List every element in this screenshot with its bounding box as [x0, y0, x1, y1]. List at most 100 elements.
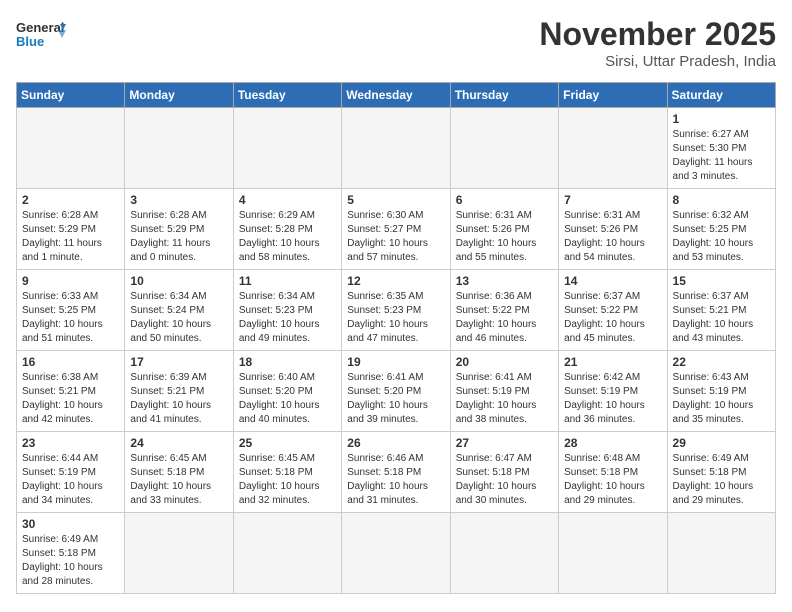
day-number: 5: [347, 193, 444, 207]
week-row-1: 1Sunrise: 6:27 AM Sunset: 5:30 PM Daylig…: [17, 108, 776, 189]
day-info: Sunrise: 6:28 AM Sunset: 5:29 PM Dayligh…: [130, 209, 227, 265]
day-info: Sunrise: 6:40 AM Sunset: 5:20 PM Dayligh…: [239, 371, 336, 427]
day-cell: [125, 513, 233, 594]
day-cell: 9 Sunrise: 6:33 AM Sunset: 5:25 PM Daylig…: [17, 270, 125, 351]
day-cell: 30 Sunrise: 6:49 AM Sunset: 5:18 PM Dayli…: [17, 513, 125, 594]
week-row-2: 2 Sunrise: 6:28 AM Sunset: 5:29 PM Daylig…: [17, 189, 776, 270]
day-cell: 6 Sunrise: 6:31 AM Sunset: 5:26 PM Daylig…: [450, 189, 558, 270]
day-info: Sunrise: 6:33 AM Sunset: 5:25 PM Dayligh…: [22, 290, 119, 346]
location: Sirsi, Uttar Pradesh, India: [539, 53, 776, 70]
svg-text:Blue: Blue: [16, 34, 44, 49]
day-cell: 29 Sunrise: 6:49 AM Sunset: 5:18 PM Dayli…: [667, 432, 775, 513]
day-info: Sunrise: 6:34 AM Sunset: 5:24 PM Dayligh…: [130, 290, 227, 346]
day-number: 21: [564, 355, 661, 369]
day-info: Sunrise: 6:36 AM Sunset: 5:22 PM Dayligh…: [456, 290, 553, 346]
day-info: Sunrise: 6:43 AM Sunset: 5:19 PM Dayligh…: [673, 371, 770, 427]
day-cell: 2 Sunrise: 6:28 AM Sunset: 5:29 PM Daylig…: [17, 189, 125, 270]
day-number: 19: [347, 355, 444, 369]
title-block: November 2025 Sirsi, Uttar Pradesh, Indi…: [539, 16, 776, 70]
day-cell: 14Sunrise: 6:37 AM Sunset: 5:22 PM Dayli…: [559, 270, 667, 351]
day-cell: [342, 513, 450, 594]
page-header: General Blue November 2025 Sirsi, Uttar …: [16, 16, 776, 70]
day-cell: 3 Sunrise: 6:28 AM Sunset: 5:29 PM Daylig…: [125, 189, 233, 270]
col-header-saturday: Saturday: [667, 83, 775, 108]
day-cell: 11 Sunrise: 6:34 AM Sunset: 5:23 PM Dayli…: [233, 270, 341, 351]
day-number: 24: [130, 436, 227, 450]
day-number: 17: [130, 355, 227, 369]
col-header-friday: Friday: [559, 83, 667, 108]
day-number: 4: [239, 193, 336, 207]
day-cell: 1Sunrise: 6:27 AM Sunset: 5:30 PM Daylig…: [667, 108, 775, 189]
day-info: Sunrise: 6:38 AM Sunset: 5:21 PM Dayligh…: [22, 371, 119, 427]
day-number: 10: [130, 274, 227, 288]
day-number: 15: [673, 274, 770, 288]
day-cell: 23Sunrise: 6:44 AM Sunset: 5:19 PM Dayli…: [17, 432, 125, 513]
day-info: Sunrise: 6:39 AM Sunset: 5:21 PM Dayligh…: [130, 371, 227, 427]
day-cell: 21 Sunrise: 6:42 AM Sunset: 5:19 PM Dayli…: [559, 351, 667, 432]
day-number: 16: [22, 355, 119, 369]
day-cell: [667, 513, 775, 594]
day-cell: 7Sunrise: 6:31 AM Sunset: 5:26 PM Daylig…: [559, 189, 667, 270]
day-info: Sunrise: 6:41 AM Sunset: 5:20 PM Dayligh…: [347, 371, 444, 427]
day-number: 2: [22, 193, 119, 207]
day-cell: 27Sunrise: 6:47 AM Sunset: 5:18 PM Dayli…: [450, 432, 558, 513]
day-info: Sunrise: 6:27 AM Sunset: 5:30 PM Dayligh…: [673, 128, 770, 184]
day-number: 18: [239, 355, 336, 369]
day-info: Sunrise: 6:37 AM Sunset: 5:22 PM Dayligh…: [564, 290, 661, 346]
day-info: Sunrise: 6:42 AM Sunset: 5:19 PM Dayligh…: [564, 371, 661, 427]
day-cell: 17 Sunrise: 6:39 AM Sunset: 5:21 PM Dayli…: [125, 351, 233, 432]
day-info: Sunrise: 6:31 AM Sunset: 5:26 PM Dayligh…: [456, 209, 553, 265]
day-number: 26: [347, 436, 444, 450]
day-number: 11: [239, 274, 336, 288]
day-number: 30: [22, 517, 119, 531]
day-cell: 8Sunrise: 6:32 AM Sunset: 5:25 PM Daylig…: [667, 189, 775, 270]
day-cell: [17, 108, 125, 189]
svg-text:General: General: [16, 20, 64, 35]
day-cell: 4 Sunrise: 6:29 AM Sunset: 5:28 PM Daylig…: [233, 189, 341, 270]
day-cell: 20 Sunrise: 6:41 AM Sunset: 5:19 PM Dayli…: [450, 351, 558, 432]
day-cell: [450, 108, 558, 189]
day-cell: [450, 513, 558, 594]
day-cell: 5 Sunrise: 6:30 AM Sunset: 5:27 PM Daylig…: [342, 189, 450, 270]
logo: General Blue: [16, 16, 66, 56]
day-info: Sunrise: 6:47 AM Sunset: 5:18 PM Dayligh…: [456, 452, 553, 508]
day-number: 13: [456, 274, 553, 288]
day-info: Sunrise: 6:46 AM Sunset: 5:18 PM Dayligh…: [347, 452, 444, 508]
day-info: Sunrise: 6:29 AM Sunset: 5:28 PM Dayligh…: [239, 209, 336, 265]
day-info: Sunrise: 6:41 AM Sunset: 5:19 PM Dayligh…: [456, 371, 553, 427]
col-header-wednesday: Wednesday: [342, 83, 450, 108]
day-info: Sunrise: 6:45 AM Sunset: 5:18 PM Dayligh…: [239, 452, 336, 508]
day-info: Sunrise: 6:49 AM Sunset: 5:18 PM Dayligh…: [673, 452, 770, 508]
day-number: 29: [673, 436, 770, 450]
logo-svg: General Blue: [16, 16, 66, 56]
day-info: Sunrise: 6:32 AM Sunset: 5:25 PM Dayligh…: [673, 209, 770, 265]
day-number: 25: [239, 436, 336, 450]
day-info: Sunrise: 6:31 AM Sunset: 5:26 PM Dayligh…: [564, 209, 661, 265]
day-number: 3: [130, 193, 227, 207]
day-info: Sunrise: 6:49 AM Sunset: 5:18 PM Dayligh…: [22, 533, 119, 589]
day-cell: 22Sunrise: 6:43 AM Sunset: 5:19 PM Dayli…: [667, 351, 775, 432]
col-header-tuesday: Tuesday: [233, 83, 341, 108]
day-number: 28: [564, 436, 661, 450]
day-cell: 25 Sunrise: 6:45 AM Sunset: 5:18 PM Dayli…: [233, 432, 341, 513]
day-cell: 18 Sunrise: 6:40 AM Sunset: 5:20 PM Dayli…: [233, 351, 341, 432]
day-number: 23: [22, 436, 119, 450]
day-cell: [233, 513, 341, 594]
week-row-6: 30 Sunrise: 6:49 AM Sunset: 5:18 PM Dayli…: [17, 513, 776, 594]
day-number: 9: [22, 274, 119, 288]
col-header-thursday: Thursday: [450, 83, 558, 108]
day-number: 6: [456, 193, 553, 207]
month-title: November 2025: [539, 16, 776, 53]
day-cell: [233, 108, 341, 189]
week-row-4: 16 Sunrise: 6:38 AM Sunset: 5:21 PM Dayli…: [17, 351, 776, 432]
day-cell: 10 Sunrise: 6:34 AM Sunset: 5:24 PM Dayli…: [125, 270, 233, 351]
day-info: Sunrise: 6:45 AM Sunset: 5:18 PM Dayligh…: [130, 452, 227, 508]
day-number: 20: [456, 355, 553, 369]
day-info: Sunrise: 6:34 AM Sunset: 5:23 PM Dayligh…: [239, 290, 336, 346]
day-info: Sunrise: 6:48 AM Sunset: 5:18 PM Dayligh…: [564, 452, 661, 508]
day-cell: [559, 108, 667, 189]
day-info: Sunrise: 6:28 AM Sunset: 5:29 PM Dayligh…: [22, 209, 119, 265]
day-info: Sunrise: 6:30 AM Sunset: 5:27 PM Dayligh…: [347, 209, 444, 265]
day-cell: [559, 513, 667, 594]
calendar-table: SundayMondayTuesdayWednesdayThursdayFrid…: [16, 82, 776, 594]
